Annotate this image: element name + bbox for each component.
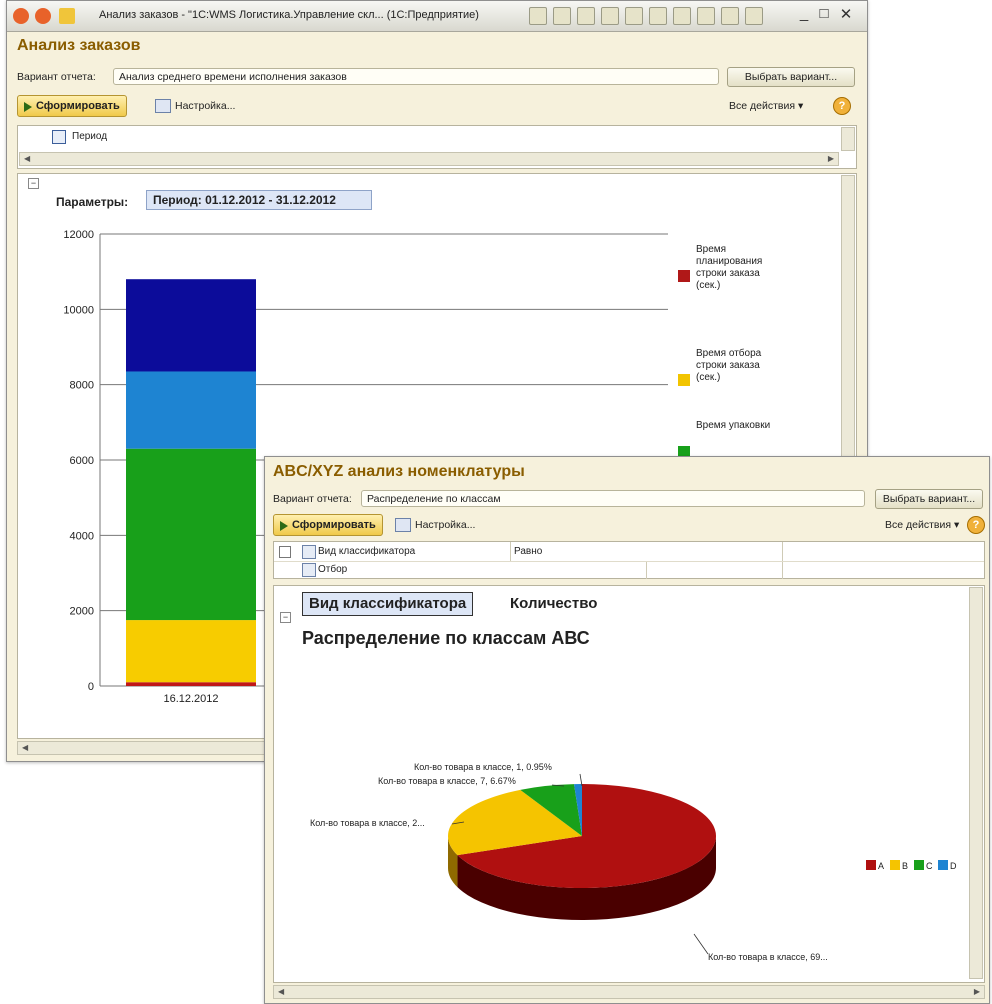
- choose-variant-button[interactable]: Выбрать вариант...: [727, 67, 855, 87]
- y-tick-label: 2000: [70, 606, 94, 618]
- save-icon[interactable]: [529, 7, 547, 25]
- calendar-icon[interactable]: [649, 7, 667, 25]
- settings-button[interactable]: Настройка...: [155, 98, 235, 114]
- memory-icon[interactable]: [697, 7, 715, 25]
- legend-label: Время планирования строки заказа (сек.): [696, 244, 763, 291]
- settings-label: Настройка...: [175, 100, 236, 112]
- pie-data-label: Кол-во товара в классе, 69...: [708, 952, 828, 962]
- y-tick-label: 12000: [63, 229, 94, 241]
- report-vertical-scrollbar[interactable]: [969, 587, 983, 979]
- pie-data-label: Кол-во товара в классе, 2...: [310, 818, 425, 828]
- y-tick-label: 8000: [70, 380, 94, 392]
- filter-condition[interactable]: Равно: [514, 546, 542, 557]
- history-icon[interactable]: [625, 7, 643, 25]
- help-icon[interactable]: ?: [967, 516, 985, 534]
- pie-data-label: Кол-во товара в классе, 1, 0.95%: [414, 762, 552, 772]
- report-area: − Вид классификатора Количество Распреде…: [273, 585, 985, 983]
- bar-segment: [126, 279, 256, 372]
- bar-segment: [126, 682, 256, 686]
- settings-icon: [395, 518, 411, 532]
- collapse-toggle[interactable]: −: [28, 178, 39, 189]
- legend-swatch: [866, 860, 876, 870]
- legend-swatch: [890, 860, 900, 870]
- app-logo-icon[interactable]: [13, 8, 29, 24]
- legend-label: D: [950, 861, 957, 871]
- period-row-label[interactable]: Период: [72, 131, 107, 142]
- all-actions-menu[interactable]: Все действия ▾: [885, 519, 959, 531]
- legend-swatch: [678, 270, 690, 282]
- print-icon[interactable]: [553, 7, 571, 25]
- window-titlebar: Анализ заказов - "1С:WMS Логистика.Управ…: [7, 1, 867, 32]
- page-title: Анализ заказов: [17, 37, 141, 54]
- filter-name[interactable]: Отбор: [318, 564, 347, 575]
- report-horizontal-scrollbar[interactable]: ◀ ▶: [273, 985, 985, 999]
- menu-dropdown-icon[interactable]: [35, 8, 51, 24]
- classifier-column-header[interactable]: Вид классификатора: [302, 592, 474, 616]
- variant-field[interactable]: Анализ среднего времени исполнения заказ…: [113, 68, 719, 85]
- page-title: ABC/XYZ анализ номенклатуры: [273, 463, 525, 480]
- calculator-icon[interactable]: [673, 7, 691, 25]
- play-icon: [280, 521, 288, 531]
- minimize-button[interactable]: _: [795, 5, 813, 22]
- variant-label: Вариант отчета:: [273, 493, 352, 505]
- legend-label: C: [926, 861, 933, 871]
- filter-name[interactable]: Вид классификатора: [318, 546, 415, 557]
- choose-variant-button[interactable]: Выбрать вариант...: [875, 489, 983, 509]
- filter-icon: [302, 563, 316, 577]
- filter-checkbox[interactable]: [279, 546, 291, 558]
- settings-label: Настройка...: [415, 519, 476, 531]
- legend-swatch: [914, 860, 924, 870]
- legend-label: Время упаковки: [696, 420, 771, 431]
- x-tick-label: 16.12.2012: [163, 693, 218, 705]
- y-tick-label: 6000: [70, 455, 94, 467]
- calendar-icon: [52, 130, 66, 144]
- help-icon[interactable]: ?: [833, 97, 851, 115]
- pie-data-label: Кол-во товара в классе, 7, 6.67%: [378, 776, 516, 786]
- generate-label: Сформировать: [36, 100, 120, 112]
- y-tick-label: 10000: [63, 304, 94, 316]
- quantity-column-header[interactable]: Количество: [510, 595, 597, 612]
- legend-swatch: [938, 860, 948, 870]
- close-button[interactable]: ✕: [837, 5, 855, 23]
- variant-label: Вариант отчета:: [17, 71, 96, 83]
- settings-icon: [155, 99, 171, 113]
- window-title: Анализ заказов - "1С:WMS Логистика.Управ…: [99, 9, 479, 21]
- generate-button[interactable]: Сформировать: [17, 95, 127, 117]
- abc-pie-chart: Кол-во товара в классе, 1, 0.95% Кол-во т…: [310, 762, 957, 962]
- all-actions-menu[interactable]: Все действия ▾: [729, 100, 803, 112]
- title-toolbar: [529, 7, 763, 25]
- collapse-toggle[interactable]: −: [280, 612, 291, 623]
- y-tick-label: 0: [88, 681, 94, 693]
- variant-field[interactable]: Распределение по классам: [361, 490, 865, 507]
- favorites-star-icon[interactable]: [59, 8, 75, 24]
- abc-xyz-window: ABC/XYZ анализ номенклатуры Вариант отче…: [264, 456, 990, 1004]
- favorites-icon[interactable]: [601, 7, 619, 25]
- restore-button[interactable]: □: [815, 5, 833, 22]
- filter-grid: Вид классификатора Равно Отбор: [273, 541, 985, 579]
- legend-label: Время отбора строки заказа (сек.): [696, 348, 762, 383]
- preview-icon[interactable]: [577, 7, 595, 25]
- generate-label: Сформировать: [292, 519, 376, 531]
- memory-plus-icon[interactable]: [721, 7, 739, 25]
- vertical-scrollbar[interactable]: [841, 127, 855, 151]
- legend-label: A: [878, 861, 884, 871]
- settings-button[interactable]: Настройка...: [395, 517, 475, 533]
- legend-swatch: [678, 374, 690, 386]
- y-tick-label: 4000: [70, 530, 94, 542]
- report-title: Распределение по классам АВС: [302, 628, 590, 648]
- play-icon: [24, 102, 32, 112]
- memory-minus-icon[interactable]: [745, 7, 763, 25]
- horizontal-scrollbar[interactable]: ◀ ▶: [19, 152, 839, 166]
- bar-segment: [126, 620, 256, 683]
- bar-segment: [126, 448, 256, 621]
- filter-icon: [302, 545, 316, 559]
- generate-button[interactable]: Сформировать: [273, 514, 383, 536]
- pie-label-leader: [693, 933, 709, 955]
- bar-segment: [126, 371, 256, 449]
- legend-label: B: [902, 861, 908, 871]
- period-settings-grid: Период ◀ ▶: [17, 125, 857, 169]
